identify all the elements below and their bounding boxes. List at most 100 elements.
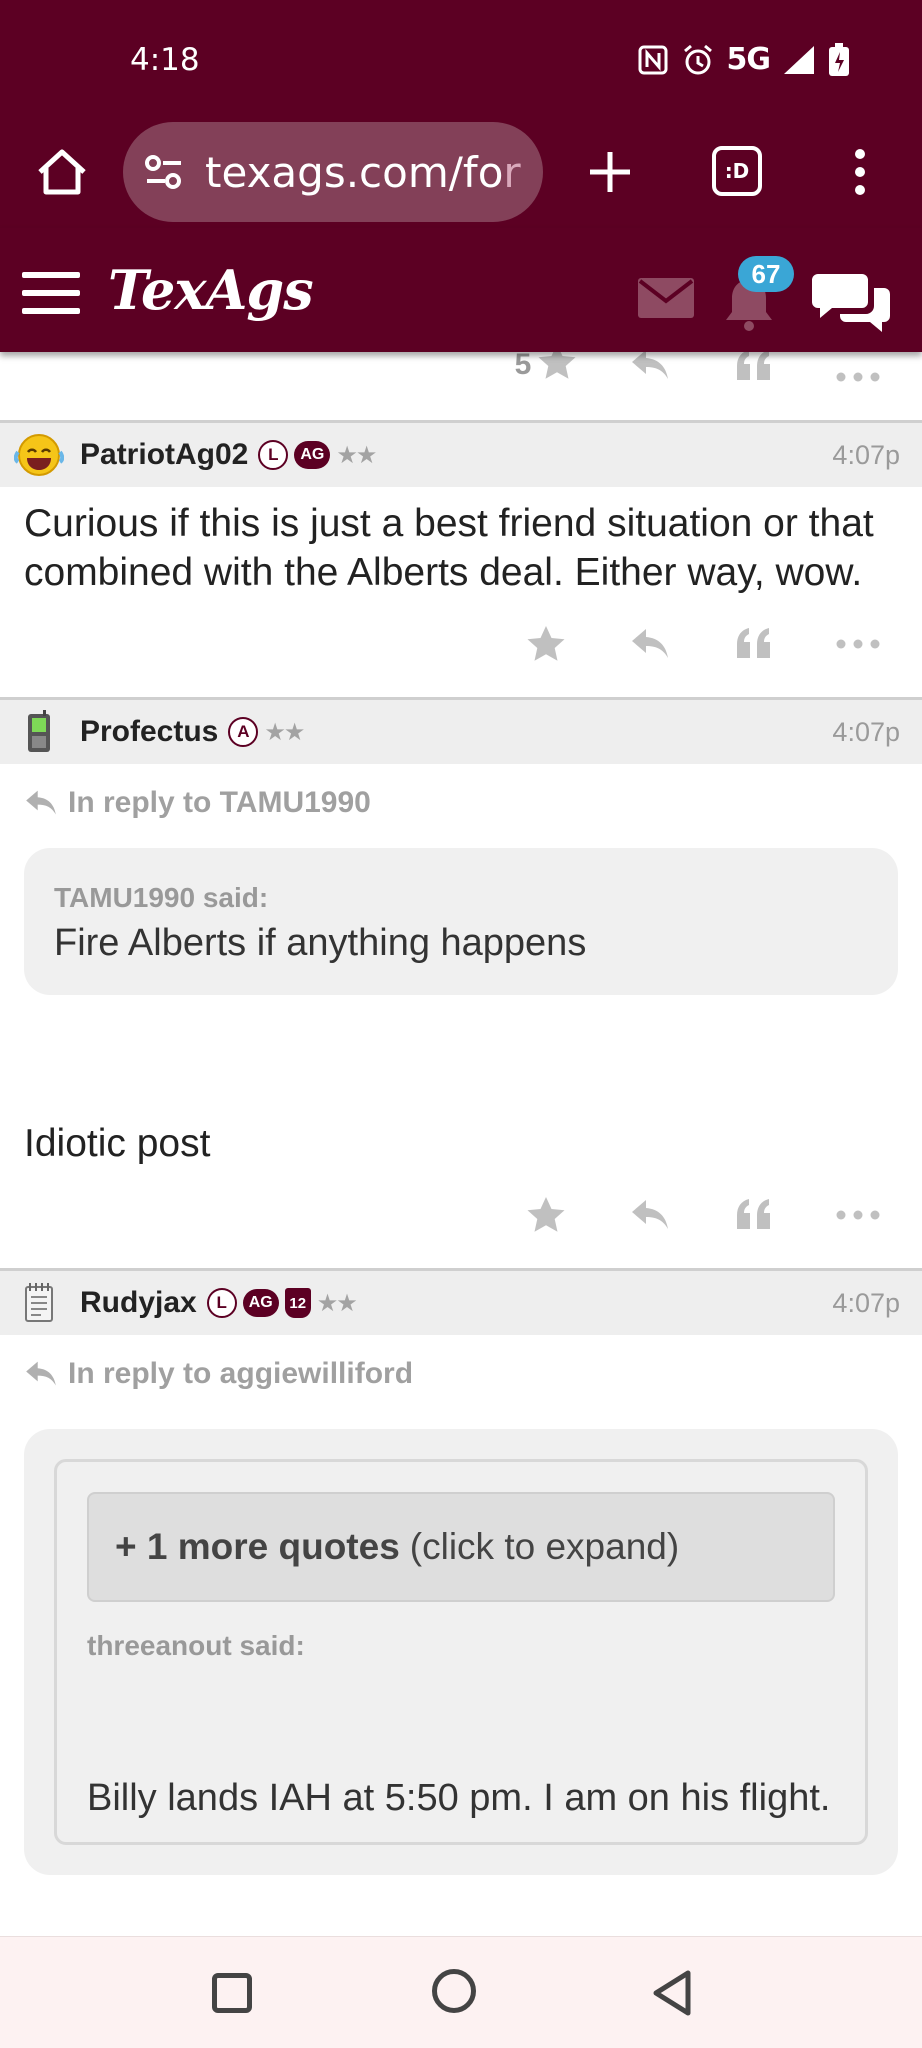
reply-arrow-icon	[26, 1361, 56, 1386]
mail-icon[interactable]	[638, 278, 694, 318]
quote-author[interactable]: TAMU1990 said:	[54, 882, 868, 914]
post-body: Idiotic post	[24, 1122, 211, 1165]
reply-icon	[632, 629, 668, 658]
system-status-bar: 4:18 5G	[0, 0, 922, 118]
signal-icon	[784, 45, 814, 74]
network-type-label: 5G	[726, 42, 771, 77]
more-dots-icon	[836, 1210, 880, 1220]
username[interactable]: Profectus	[80, 715, 218, 749]
home-icon[interactable]	[34, 144, 90, 200]
post-time[interactable]: 4:07p	[832, 440, 900, 471]
site-settings-icon[interactable]	[143, 151, 185, 193]
post-actions	[0, 1174, 922, 1256]
post-body: Curious if this is just a best friend si…	[24, 502, 874, 594]
in-reply-to-text: In reply to aggiewilliford	[68, 1357, 414, 1390]
site-header: TexAgs 67	[0, 228, 922, 352]
alarm-icon	[683, 44, 712, 74]
badge-a: A	[228, 717, 259, 747]
more-dots-icon	[836, 639, 880, 649]
quote-text: Fire Alberts if anything happens	[54, 922, 587, 964]
recent-apps-button[interactable]	[212, 1973, 252, 2013]
user-avatar[interactable]	[12, 705, 66, 759]
star-icon	[527, 626, 565, 661]
in-reply-to-text: In reply to TAMU1990	[68, 786, 371, 819]
expand-quotes-hint: (click to expand)	[409, 1526, 680, 1567]
home-button[interactable]	[432, 1969, 476, 2013]
reply-arrow-icon	[26, 790, 56, 815]
post-time[interactable]: 4:07p	[832, 717, 900, 748]
quote-icon	[737, 628, 770, 658]
user-avatar[interactable]	[12, 1276, 66, 1330]
quote-text: Billy lands IAH at 5:50 pm. I am on his …	[87, 1777, 831, 1819]
hamburger-menu-icon[interactable]	[22, 272, 80, 314]
user-stars: ★★	[336, 441, 377, 469]
tab-switcher-button[interactable]: :D	[712, 146, 762, 196]
reply-button[interactable]	[598, 614, 702, 674]
thread-content: 5 PatriotAg02 L AG ★★ 4:07p Curious if t…	[0, 352, 922, 1936]
badge-l: L	[258, 440, 289, 470]
quote-author[interactable]: threeanout said:	[87, 1630, 835, 1662]
post-time[interactable]: 4:07p	[832, 1288, 900, 1319]
address-bar[interactable]: texags.com/for	[123, 122, 543, 222]
post-actions: 5	[0, 352, 922, 382]
more-menu-icon[interactable]	[836, 144, 884, 200]
tab-switcher-label: :D	[724, 159, 750, 183]
quote-button[interactable]	[702, 614, 806, 674]
user-avatar[interactable]	[12, 428, 66, 482]
more-dots-icon	[836, 372, 880, 382]
new-tab-icon[interactable]	[582, 144, 638, 200]
quoted-post: + 1 more quotes (click to expand) threea…	[24, 1429, 898, 1875]
phone-icon	[28, 710, 50, 752]
badge-ag: AG	[242, 1289, 279, 1317]
quote-button[interactable]	[702, 352, 806, 382]
reply-button[interactable]	[598, 1185, 702, 1245]
reply-button[interactable]	[598, 352, 702, 382]
site-logo[interactable]: TexAgs	[108, 258, 314, 322]
star-button[interactable]	[494, 614, 598, 674]
star-count: 5	[514, 352, 532, 381]
username[interactable]: Rudyjax	[80, 1286, 197, 1320]
reply-icon	[632, 1200, 668, 1229]
notepad-icon	[25, 1283, 53, 1322]
more-options-button[interactable]	[806, 614, 910, 674]
in-reply-to-link[interactable]: In reply to aggiewilliford	[0, 1335, 922, 1401]
chat-bubbles-icon[interactable]	[812, 270, 890, 334]
expand-quotes-button[interactable]: + 1 more quotes (click to expand)	[87, 1492, 835, 1602]
battery-charging-icon	[829, 42, 849, 76]
star-button[interactable]: 5	[494, 352, 598, 382]
post-header: Profectus A ★★ 4:07p	[0, 700, 922, 764]
star-icon	[527, 1197, 565, 1232]
nested-quote: + 1 more quotes (click to expand) threea…	[54, 1459, 868, 1845]
star-button[interactable]	[494, 1185, 598, 1245]
more-options-button[interactable]	[806, 1185, 910, 1245]
laughing-emoji-icon	[14, 434, 64, 476]
browser-toolbar: texags.com/for :D	[0, 118, 922, 228]
back-triangle-icon[interactable]	[650, 1969, 694, 2017]
quote-icon	[737, 352, 770, 380]
quoted-post: TAMU1990 said: Fire Alberts if anything …	[24, 848, 898, 995]
user-stars: ★★	[316, 1289, 358, 1317]
badge-l: L	[206, 1288, 237, 1318]
reply-icon	[632, 352, 668, 379]
expand-quotes-count: + 1 more quotes	[115, 1526, 400, 1567]
nfc-icon	[638, 45, 667, 74]
system-navigation-bar	[0, 1936, 922, 2048]
star-icon	[538, 352, 576, 379]
clock-time: 4:18	[130, 42, 200, 78]
post-actions	[0, 603, 922, 685]
user-stars: ★★	[264, 718, 305, 746]
post-header: Rudyjax L AG 12 ★★ 4:07p	[0, 1271, 922, 1335]
in-reply-to-link[interactable]: In reply to TAMU1990	[0, 764, 922, 830]
badge-12th-man: 12	[284, 1288, 311, 1318]
badge-ag: AG	[294, 441, 331, 469]
post-header: PatriotAg02 L AG ★★ 4:07p	[0, 423, 922, 487]
quote-button[interactable]	[702, 1185, 806, 1245]
username[interactable]: PatriotAg02	[80, 438, 248, 472]
more-options-button[interactable]	[806, 352, 910, 382]
quote-icon	[737, 1199, 770, 1229]
url-text[interactable]: texags.com/for	[205, 148, 521, 197]
notification-count-badge[interactable]: 67	[738, 256, 794, 292]
